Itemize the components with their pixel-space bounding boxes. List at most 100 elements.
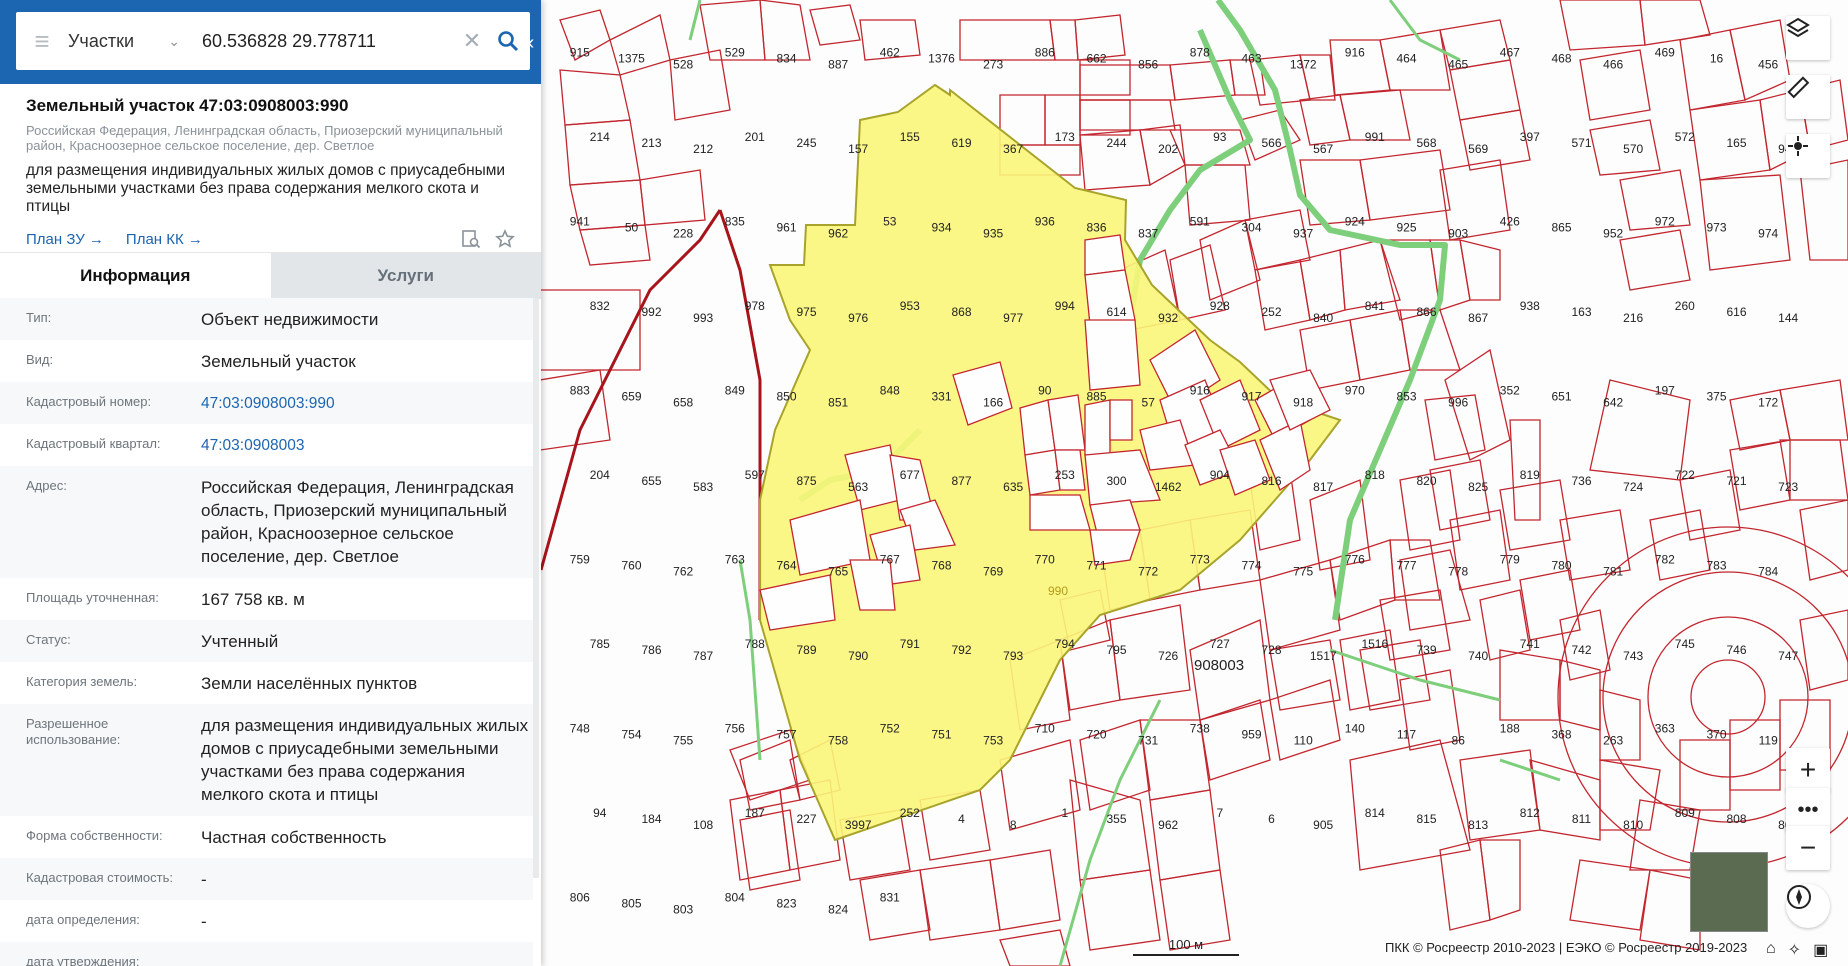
star-icon[interactable] bbox=[495, 229, 515, 249]
parcel-number-label: 975 bbox=[796, 305, 816, 319]
parcel-number-label: 866 bbox=[1416, 305, 1436, 319]
parcel-number-label: 811 bbox=[1572, 812, 1591, 826]
search-box: ≡ Участки ⌄ 60.536828 29.778711 ✕ bbox=[16, 12, 530, 70]
parcel-number-label: 775 bbox=[1293, 565, 1313, 579]
info-value: - bbox=[201, 870, 207, 889]
parcel-number-label: 976 bbox=[848, 311, 868, 325]
parcel-number-label: 787 bbox=[693, 649, 713, 663]
parcel-number-label: 994 bbox=[1055, 299, 1075, 313]
parcel-number-label: 916 bbox=[1190, 384, 1210, 398]
parcel-number-label: 794 bbox=[1055, 637, 1075, 651]
parcel-number-label: 925 bbox=[1396, 220, 1416, 234]
home-icon[interactable]: ⌂ bbox=[1766, 940, 1776, 960]
parcel-number-label: 767 bbox=[880, 553, 900, 567]
parcel-number-label: 758 bbox=[828, 734, 848, 748]
panel-scrollbar-track[interactable] bbox=[533, 298, 539, 878]
parcel-number-label: 726 bbox=[1158, 649, 1178, 663]
parcel-number-label: 658 bbox=[673, 396, 693, 410]
parcel-number-label: 924 bbox=[1345, 214, 1365, 228]
parcel-number-label: 851 bbox=[828, 396, 848, 410]
plan-kk-link[interactable]: План КК → bbox=[126, 231, 203, 248]
parcel-number-label: 953 bbox=[900, 299, 920, 313]
scale-label: 100 м bbox=[1168, 937, 1204, 952]
print-icon[interactable]: ▣ bbox=[1813, 940, 1828, 960]
parcel-number-label: 769 bbox=[983, 565, 1003, 579]
zoom-in-button[interactable]: + bbox=[1786, 748, 1830, 792]
info-value bbox=[201, 952, 531, 966]
locate-button[interactable] bbox=[1786, 134, 1830, 178]
parcel-number-label: 904 bbox=[1210, 468, 1230, 482]
basemap-thumbnail[interactable] bbox=[1690, 852, 1768, 932]
parcel-number-label: 790 bbox=[848, 649, 868, 663]
parcel-number-label: 752 bbox=[880, 722, 900, 736]
parcel-number-label: 840 bbox=[1313, 311, 1333, 325]
parcel-number-label: 355 bbox=[1106, 812, 1126, 826]
collapse-panel-icon[interactable]: ‹ bbox=[521, 32, 541, 58]
parcel-number-label: 785 bbox=[590, 637, 610, 651]
parcel-number-label: 748 bbox=[570, 722, 590, 736]
parcel-number-label: 932 bbox=[1158, 311, 1178, 325]
clear-icon[interactable]: ✕ bbox=[458, 28, 486, 54]
plan-zu-link[interactable]: План ЗУ → bbox=[26, 231, 104, 248]
cadastral-map[interactable]: 915 1375 528 529 834 887 462 1376 273 886 662 856 87… bbox=[541, 0, 1848, 966]
parcel-number-label: 756 bbox=[725, 722, 745, 736]
layers-icon bbox=[1786, 17, 1810, 38]
parcel-number-label: 791 bbox=[900, 637, 920, 651]
parcel-number-label: 90 bbox=[1038, 384, 1052, 398]
chevron-down-icon: ⌄ bbox=[168, 32, 180, 49]
compass-button[interactable] bbox=[1786, 884, 1830, 928]
parcel-number-label: 213 bbox=[641, 136, 661, 150]
parcel-number-label: 771 bbox=[1086, 559, 1106, 573]
info-value: Объект недвижимости bbox=[201, 310, 379, 329]
parcel-number-label: 916 bbox=[1345, 45, 1365, 59]
parcel-number-label: 426 bbox=[1500, 214, 1520, 228]
parcel-number-label: 7 bbox=[1216, 806, 1223, 820]
parcel-number-label: 166 bbox=[983, 396, 1003, 410]
info-value: для размещения индивидуальных жилых домо… bbox=[201, 716, 529, 804]
map-canvas[interactable]: 915 1375 528529 834 887462 1376 273886 662 85687… bbox=[541, 0, 1848, 966]
tab-services[interactable]: Услуги bbox=[270, 253, 541, 299]
zoom-out-button[interactable]: − bbox=[1786, 826, 1830, 870]
parcel-number-label: 202 bbox=[1158, 142, 1178, 156]
parcel-number-label: 820 bbox=[1416, 474, 1436, 488]
parcel-number-label: 456 bbox=[1758, 57, 1778, 71]
parcel-number-label: 996 bbox=[1448, 396, 1468, 410]
info-row: Тип: Объект недвижимости bbox=[0, 298, 533, 340]
position-icon[interactable]: ✧ bbox=[1788, 940, 1801, 960]
parcel-number-label: 875 bbox=[796, 474, 816, 488]
parcel-number-label: 823 bbox=[776, 897, 796, 911]
tab-info[interactable]: Информация bbox=[0, 253, 271, 299]
cadastral-number-link[interactable]: 47:03:0908003:990 bbox=[201, 392, 531, 414]
parcel-number-label: 783 bbox=[1706, 559, 1726, 573]
parcel-number-label: 469 bbox=[1655, 45, 1675, 59]
parcel-number-label: 793 bbox=[1003, 649, 1023, 663]
info-row: Разрешенное использование: для размещения… bbox=[0, 704, 533, 816]
parcel-number-label: 642 bbox=[1603, 396, 1623, 410]
parcel-number-label: 772 bbox=[1138, 565, 1158, 579]
info-row: Кадастровый квартал: 47:03:0908003 bbox=[0, 424, 533, 466]
parcel-number-label: 260 bbox=[1675, 299, 1695, 313]
info-value: Земельный участок bbox=[201, 352, 356, 371]
info-label: Площадь уточненная: bbox=[26, 590, 159, 605]
parcel-number-label: 201 bbox=[745, 130, 765, 144]
info-label: Кадастровый номер: bbox=[26, 394, 152, 409]
parcel-number-label: 655 bbox=[641, 474, 661, 488]
search-type-select[interactable]: Участки ⌄ bbox=[68, 31, 188, 52]
parcel-number-label: 397 bbox=[1520, 130, 1540, 144]
parcel-number-label: 805 bbox=[621, 897, 641, 911]
parcel-number-label: 808 bbox=[1726, 812, 1746, 826]
parcel-number-label: 877 bbox=[951, 474, 971, 488]
parcel-number-label: 1376 bbox=[928, 51, 955, 65]
parcel-number-label: 743 bbox=[1623, 649, 1643, 663]
cadastral-quarter-link[interactable]: 47:03:0908003 bbox=[201, 434, 531, 456]
menu-icon[interactable]: ≡ bbox=[16, 12, 68, 70]
layers-button[interactable] bbox=[1786, 16, 1830, 60]
parcel-number-label: 569 bbox=[1468, 142, 1488, 156]
search-input[interactable]: 60.536828 29.778711 bbox=[188, 31, 458, 52]
ruler-button[interactable] bbox=[1786, 75, 1830, 119]
parcel-number-label: 747 bbox=[1778, 649, 1798, 663]
document-search-icon[interactable] bbox=[461, 229, 481, 249]
parcel-number-label: 728 bbox=[1261, 643, 1281, 657]
parcel-links: План ЗУ → План КК → bbox=[26, 226, 515, 252]
parcel-number-label: 570 bbox=[1623, 142, 1643, 156]
